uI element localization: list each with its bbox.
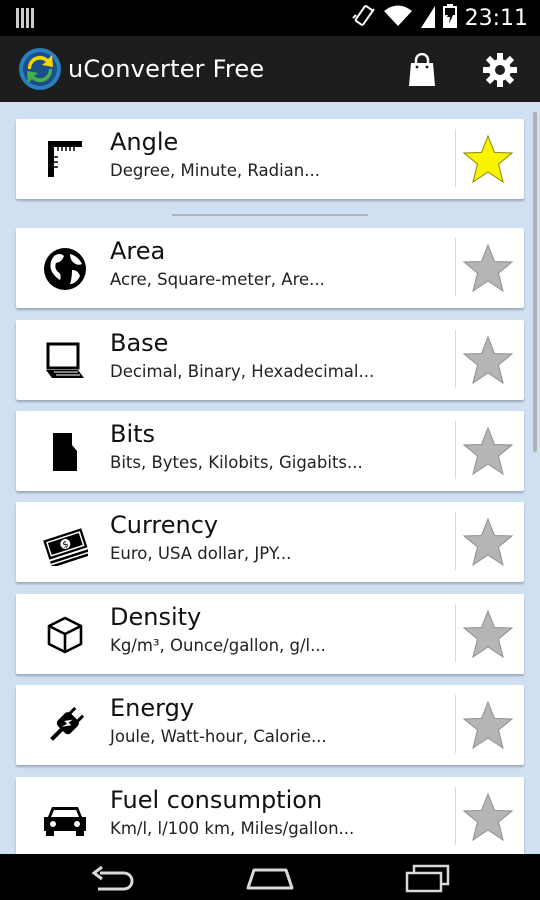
item-subtitle: Kg/m³, Ounce/gallon, g/l... <box>110 636 326 655</box>
action-bar: uConverter Free <box>0 36 540 102</box>
scrollbar[interactable] <box>533 112 537 452</box>
laptop-icon <box>42 338 88 384</box>
sd-card-icon <box>42 429 88 475</box>
list-item-fuel-consumption[interactable]: Fuel consumption Km/l, l/100 km, Miles/g… <box>16 777 524 854</box>
back-button-icon[interactable] <box>90 864 136 897</box>
converter-list[interactable]: Angle Degree, Minute, Radian... Area Acr… <box>0 102 540 854</box>
list-item-currency[interactable]: $ Currency Euro, USA dollar, JPY... <box>16 502 524 582</box>
clock: 23:11 <box>464 5 528 31</box>
divider <box>455 129 456 187</box>
divider <box>455 604 456 662</box>
item-title: Energy <box>110 694 195 722</box>
signal-icon <box>420 4 435 33</box>
item-subtitle: Acre, Square-meter, Are... <box>110 270 325 289</box>
favorite-star-icon[interactable] <box>461 608 515 662</box>
shopping-bag-icon[interactable] <box>408 52 436 92</box>
item-subtitle: Joule, Watt-hour, Calorie... <box>110 727 327 746</box>
favorite-star-icon[interactable] <box>461 425 515 479</box>
item-title: Bits <box>110 420 156 448</box>
item-subtitle: Euro, USA dollar, JPY... <box>110 544 292 563</box>
list-item-energy[interactable]: Energy Joule, Watt-hour, Calorie... <box>16 685 524 765</box>
divider <box>455 695 456 753</box>
item-title: Fuel consumption <box>110 786 323 814</box>
wifi-icon <box>383 4 413 33</box>
favorites-separator <box>172 214 368 216</box>
item-subtitle: Decimal, Binary, Hexadecimal... <box>110 362 375 381</box>
divider <box>455 787 456 845</box>
list-item-density[interactable]: Density Kg/m³, Ounce/gallon, g/l... <box>16 594 524 674</box>
divider <box>455 238 456 296</box>
list-item-bits[interactable]: Bits Bits, Bytes, Kilobits, Gigabits... <box>16 411 524 491</box>
navigation-bar <box>0 854 540 900</box>
favorite-star-icon[interactable] <box>461 242 515 296</box>
favorite-star-icon[interactable] <box>461 699 515 753</box>
item-subtitle: Degree, Minute, Radian... <box>110 161 320 180</box>
item-title: Angle <box>110 128 179 156</box>
list-item-angle[interactable]: Angle Degree, Minute, Radian... <box>16 119 524 199</box>
battery-icon <box>442 3 457 33</box>
cube-icon <box>42 612 88 658</box>
money-icon: $ <box>42 520 91 568</box>
list-item-area[interactable]: Area Acre, Square-meter, Are... <box>16 228 524 308</box>
gear-icon[interactable] <box>482 52 518 93</box>
vibrate-icon <box>351 4 375 33</box>
home-button-icon[interactable] <box>245 866 295 897</box>
item-title: Area <box>110 237 166 265</box>
globe-icon <box>42 246 88 292</box>
car-icon <box>42 795 88 841</box>
notification-icon <box>16 8 34 33</box>
divider <box>455 421 456 479</box>
item-title: Base <box>110 329 169 357</box>
item-subtitle: Bits, Bytes, Kilobits, Gigabits... <box>110 453 363 472</box>
angle-icon <box>42 137 88 183</box>
divider <box>455 330 456 388</box>
status-bar: 23:11 <box>0 0 540 36</box>
list-item-base[interactable]: Base Decimal, Binary, Hexadecimal... <box>16 320 524 400</box>
favorite-star-icon[interactable] <box>461 791 515 845</box>
divider <box>455 512 456 570</box>
item-title: Currency <box>110 511 219 539</box>
item-title: Density <box>110 603 202 631</box>
recent-apps-button-icon[interactable] <box>404 864 452 899</box>
favorite-star-icon[interactable] <box>461 334 515 388</box>
favorite-star-icon[interactable] <box>461 133 515 187</box>
app-title: uConverter Free <box>68 55 265 83</box>
app-logo-icon[interactable] <box>18 47 62 96</box>
item-subtitle: Km/l, l/100 km, Miles/gallon... <box>110 819 355 838</box>
favorite-star-icon[interactable] <box>461 516 515 570</box>
plug-icon <box>42 703 88 749</box>
